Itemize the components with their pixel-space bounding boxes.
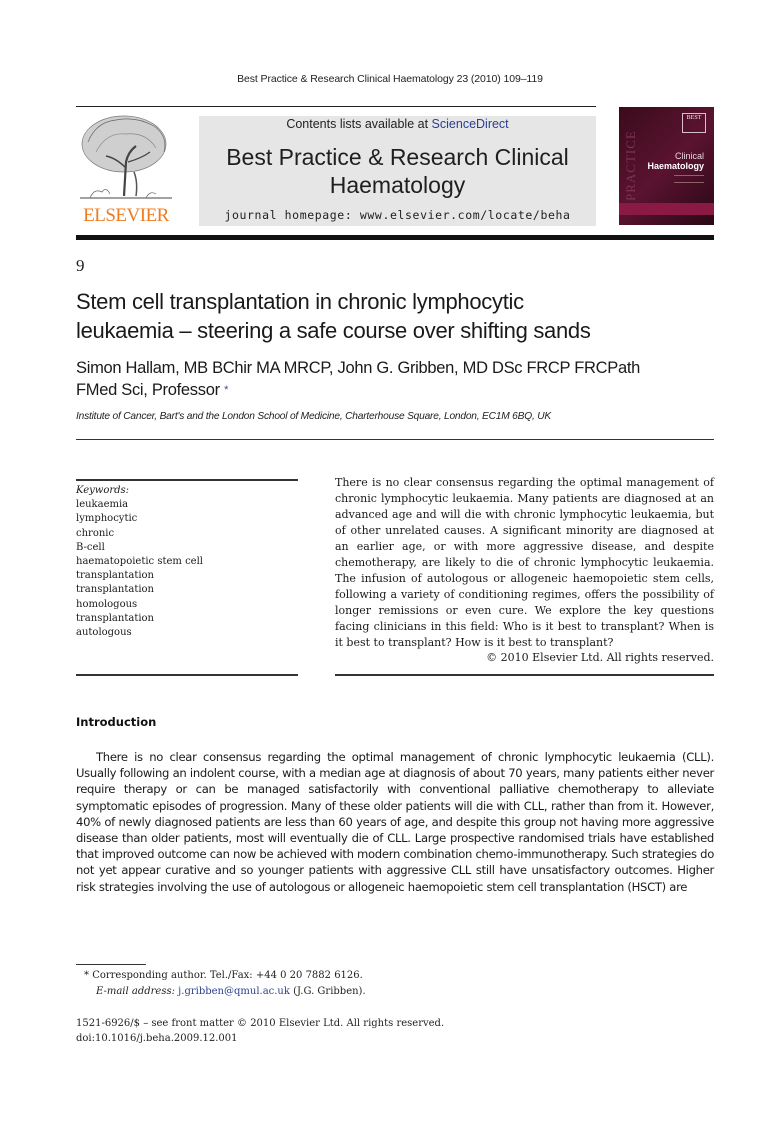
contents-prefix: Contents lists available at — [286, 117, 429, 131]
email-label: E-mail address: — [96, 986, 175, 997]
keywords-bottom-rule — [76, 674, 298, 676]
authors-line2: FMed Sci, Professor — [76, 381, 220, 399]
masthead-rule — [76, 235, 714, 240]
article-title-line1: Stem cell transplantation in chronic lym… — [76, 289, 524, 314]
keywords-top-rule — [76, 479, 298, 481]
footnote-corresponding: Corresponding author. Tel./Fax: +44 0 20… — [92, 970, 363, 981]
authors: Simon Hallam, MB BChir MA MRCP, John G. … — [76, 357, 721, 401]
keyword-item: homologous — [76, 598, 138, 610]
keyword-item: transplantation — [76, 584, 154, 596]
publisher-wordmark: ELSEVIER — [83, 205, 169, 226]
cover-spine-text: PRACTICE — [623, 130, 638, 201]
affiliation: Institute of Cancer, Bart's and the Lond… — [76, 411, 551, 422]
keyword-item: transplantation — [76, 570, 154, 582]
front-matter: 1521-6926/$ – see front matter © 2010 El… — [76, 1016, 716, 1046]
article-title-line2: leukaemia – steering a safe course over … — [76, 318, 591, 343]
abstract-bottom-rule — [335, 674, 714, 676]
journal-title-line2: Haematology — [329, 172, 466, 198]
cover-editor-lines — [674, 175, 704, 183]
corresponding-author-marker[interactable]: * — [224, 384, 228, 396]
keyword-item: lymphocytic — [76, 513, 138, 525]
cover-series-badge: BEST — [682, 113, 706, 133]
footnote-rule — [76, 964, 146, 965]
abstract-copyright: © 2010 Elsevier Ltd. All rights reserved… — [486, 651, 714, 664]
keyword-item: autologous — [76, 627, 132, 639]
keyword-item: leukaemia — [76, 499, 129, 511]
cover-title: Haematology — [647, 161, 704, 171]
keywords-label: Keywords: — [76, 485, 130, 496]
journal-cover: PRACTICE BEST Clinical Haematology — [619, 107, 714, 225]
footnote: * Corresponding author. Tel./Fax: +44 0 … — [84, 968, 704, 1000]
chapter-number: 9 — [76, 256, 85, 275]
tree-icon — [80, 115, 172, 199]
header-divider — [76, 439, 714, 440]
abstract-text: There is no clear consensus regarding th… — [335, 476, 714, 649]
header-rule — [76, 106, 596, 107]
running-head: Best Practice & Research Clinical Haemat… — [237, 73, 543, 85]
section-heading-introduction: Introduction — [76, 715, 157, 729]
sciencedirect-link[interactable]: ScienceDirect — [432, 117, 509, 131]
journal-homepage[interactable]: journal homepage: www.elsevier.com/locat… — [199, 208, 596, 222]
contents-line: Contents lists available at ScienceDirec… — [199, 117, 596, 131]
issn-line: 1521-6926/$ – see front matter © 2010 El… — [76, 1018, 445, 1029]
introduction-paragraph: There is no clear consensus regarding th… — [76, 750, 714, 894]
cover-stripe — [619, 203, 714, 215]
keyword-item: haematopoietic stem cell — [76, 556, 203, 568]
journal-title-line1: Best Practice & Research Clinical — [226, 144, 569, 170]
keyword-item: transplantation — [76, 612, 154, 624]
footnote-marker: * — [84, 970, 89, 981]
keyword-item: chronic — [76, 527, 115, 539]
authors-line1: Simon Hallam, MB BChir MA MRCP, John G. … — [76, 359, 640, 377]
journal-title: Best Practice & Research Clinical Haemat… — [199, 143, 596, 199]
email-link[interactable]: j.gribben@qmul.ac.uk — [178, 986, 290, 997]
doi-line[interactable]: doi:10.1016/j.beha.2009.12.001 — [76, 1031, 716, 1046]
introduction-body: There is no clear consensus regarding th… — [76, 749, 714, 895]
email-suffix: (J.G. Gribben). — [293, 986, 366, 997]
keywords-box: Keywords: leukaemia lymphocytic chronic … — [76, 484, 298, 640]
article-title: Stem cell transplantation in chronic lym… — [76, 287, 716, 345]
keyword-item: B-cell — [76, 541, 105, 553]
cover-subtitle: Clinical — [674, 151, 704, 161]
